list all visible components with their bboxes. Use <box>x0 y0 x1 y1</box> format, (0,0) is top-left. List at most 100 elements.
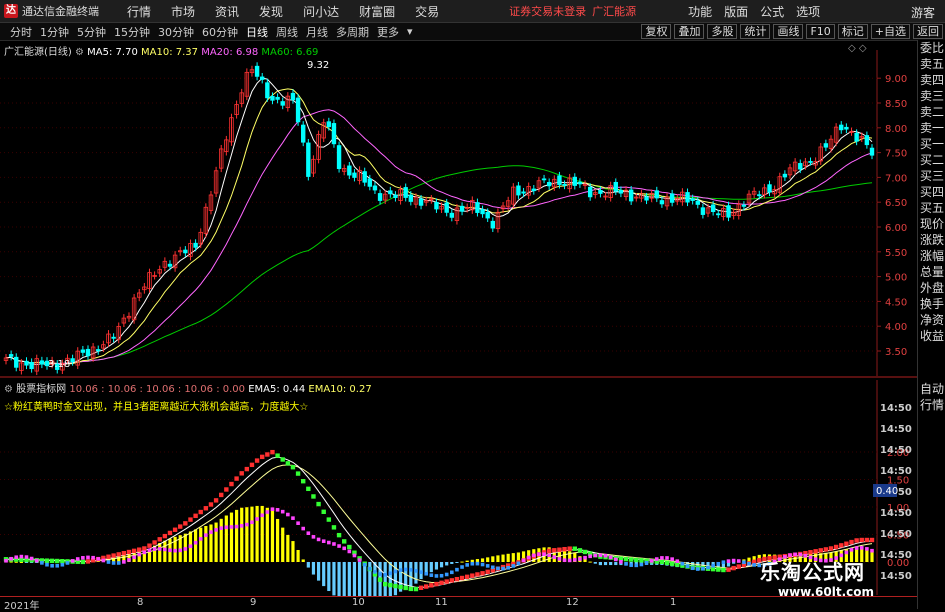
mark-button[interactable]: 标记 <box>837 24 868 39</box>
quote-field-label: 收益 <box>919 329 944 343</box>
restore-rights-button[interactable]: 复权 <box>641 24 672 39</box>
tab-30min[interactable]: 30分钟 <box>157 24 195 40</box>
histogram-bar <box>265 507 269 562</box>
histogram-bar <box>322 562 326 587</box>
overlay-button[interactable]: 叠加 <box>674 24 705 39</box>
histogram-bar <box>614 562 618 566</box>
candle-down <box>869 147 875 156</box>
tab-60min[interactable]: 60分钟 <box>201 24 239 40</box>
kline-chart[interactable]: 9.00 8.50 8.00 7.50 7.00 6.50 6.00 5.50 5.00 4.50… <box>0 40 917 596</box>
histogram-bar <box>224 515 228 562</box>
signal-dot <box>747 561 751 566</box>
quote-field-label: 买五 <box>919 201 944 215</box>
candle-down <box>659 200 665 205</box>
oscillator-dot <box>85 559 91 564</box>
menu-trade[interactable]: 交易 <box>415 3 439 20</box>
oscillator-dot <box>188 517 193 522</box>
signal-dot <box>60 562 65 567</box>
quote-field-label[interactable]: 自动 <box>918 381 945 397</box>
menu-discover[interactable]: 发现 <box>259 3 283 20</box>
signal-dot <box>311 535 316 539</box>
f10-button[interactable]: F10 <box>806 24 835 39</box>
draw-line-button[interactable]: 画线 <box>773 24 804 39</box>
oscillator-dot <box>403 585 408 591</box>
oscillator-dot <box>260 454 265 460</box>
add-watchlist-button[interactable]: +自选 <box>870 24 910 39</box>
settings-icon[interactable]: ⚙ <box>4 384 13 395</box>
statistics-button[interactable]: 统计 <box>740 24 771 39</box>
date-label: 11 <box>435 597 448 608</box>
oscillator-dot <box>116 552 121 557</box>
signal-dot <box>239 524 244 528</box>
signal-dot <box>424 571 428 576</box>
menu-market[interactable]: 市场 <box>171 3 195 20</box>
menu-ask[interactable]: 问小达 <box>303 3 339 20</box>
oscillator-dot <box>270 449 275 455</box>
guest-user[interactable]: 游客 <box>911 4 935 21</box>
signal-dot <box>65 561 70 565</box>
oscillator-dot <box>208 502 214 507</box>
back-button[interactable]: 返回 <box>913 24 943 39</box>
signal-dot <box>496 566 500 571</box>
stock-link[interactable]: 广汇能源 <box>592 3 636 19</box>
quote-field-label: 卖三 <box>919 89 944 103</box>
candle-down <box>854 132 859 142</box>
quote-field-label: 卖二 <box>919 105 944 119</box>
candle-down <box>541 178 547 181</box>
tab-monthly[interactable]: 月线 <box>305 24 329 40</box>
tab-multi-period[interactable]: 多周期 <box>335 24 370 40</box>
tab-5min[interactable]: 5分钟 <box>76 24 107 40</box>
login-notice[interactable]: 证券交易未登录 <box>509 3 586 19</box>
oscillator-dot <box>628 557 634 562</box>
histogram-bar <box>583 559 587 562</box>
menu-formula[interactable]: 公式 <box>760 3 784 20</box>
oscillator-dot <box>736 564 741 569</box>
candle-down <box>418 198 424 206</box>
oscillator-dot <box>172 527 178 532</box>
histogram-bar <box>409 562 413 587</box>
oscillator-dot <box>721 567 726 573</box>
tab-1min[interactable]: 1分钟 <box>39 24 70 40</box>
tab-weekly[interactable]: 周线 <box>275 24 299 40</box>
multi-stock-button[interactable]: 多股 <box>707 24 738 39</box>
indicator-note: ☆粉红黄鸭时金叉出现，并且3者距离越近大涨机会越高，力度越大☆ <box>4 402 309 413</box>
histogram-bar <box>588 561 592 563</box>
menu-quotes[interactable]: 行情 <box>127 3 151 20</box>
oscillator-dot <box>818 548 823 553</box>
indicator-name[interactable]: 股票指标网 <box>16 384 66 395</box>
menu-wealth[interactable]: 财富圈 <box>359 3 395 20</box>
tab-timeshare[interactable]: 分时 <box>9 24 33 40</box>
histogram-bar <box>204 525 208 562</box>
histogram-bar <box>158 542 162 562</box>
signal-dot <box>111 561 116 565</box>
candle-down <box>280 101 285 106</box>
menu-options[interactable]: 选项 <box>796 3 820 20</box>
menu-layout[interactable]: 版面 <box>724 3 748 20</box>
signal-dot <box>706 565 710 570</box>
oscillator-dot <box>552 548 557 553</box>
date-label: 2021年 <box>4 601 40 612</box>
signal-dot <box>639 562 644 567</box>
candle-down <box>24 360 29 366</box>
price-tick-label: 6.50 <box>885 198 907 209</box>
tab-more[interactable]: 更多 <box>376 24 400 40</box>
oscillator-dot <box>80 559 86 565</box>
menu-function[interactable]: 功能 <box>688 3 712 20</box>
histogram-bar <box>255 505 259 562</box>
menu-news[interactable]: 资讯 <box>215 3 239 20</box>
candle-down <box>521 191 526 194</box>
chevron-down-icon[interactable]: ▾ <box>406 25 414 38</box>
tab-daily[interactable]: 日线 <box>245 24 269 40</box>
signal-dot <box>14 555 19 560</box>
signal-dot <box>439 573 444 578</box>
histogram-bar <box>240 507 244 562</box>
candle-down <box>347 165 352 176</box>
low-price-label: 3.18 <box>48 359 70 370</box>
quote-field-label[interactable]: 行情 <box>918 397 945 413</box>
signal-dot <box>603 553 608 558</box>
tab-15min[interactable]: 15分钟 <box>113 24 151 40</box>
oscillator-dot <box>388 582 393 588</box>
histogram-bar <box>234 509 239 562</box>
signal-dot <box>255 517 259 521</box>
signal-dot <box>429 573 434 577</box>
